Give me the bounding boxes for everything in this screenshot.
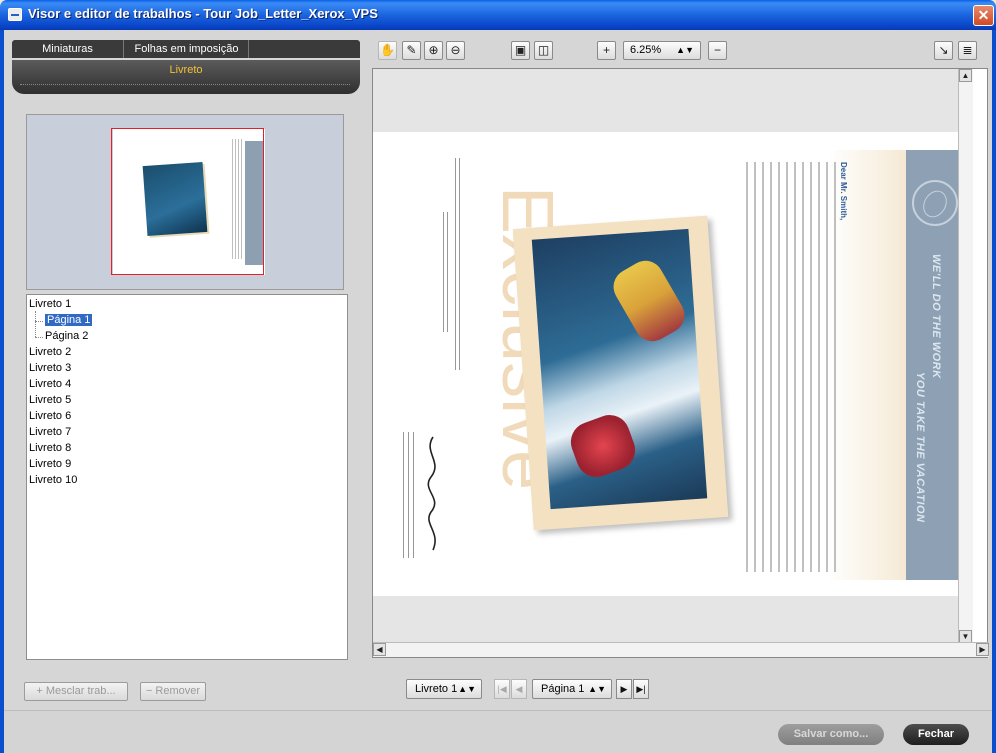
left-panel: Miniaturas Folhas em imposição Livreto L… [4, 30, 366, 710]
tree-connector [35, 321, 43, 322]
page-canvas: WE'LL DO THE WORK YOU TAKE THE VACATION … [373, 69, 973, 643]
letter-salutation: Dear Mr. Smith, [839, 162, 848, 221]
tree-item-livreto-6[interactable]: Livreto 6 [29, 410, 71, 422]
tab-folhas-em-imposicao[interactable]: Folhas em imposição [125, 40, 249, 58]
tree-item-livreto-10[interactable]: Livreto 10 [29, 474, 77, 486]
last-page-icon[interactable]: ▶| [633, 679, 649, 699]
tree-item-pagina-2[interactable]: Página 2 [45, 330, 88, 342]
viewer-panel: ✋ ✎ ⊕ ⊖ ▣ ◫ + 6.25% ▲▼ − ↘ ≣ WE'LL DO TH… [366, 30, 992, 710]
title-bar: Visor e editor de trabalhos - Tour Job_L… [0, 0, 996, 30]
letter-body-text [746, 162, 838, 572]
tree-item-livreto-1[interactable]: Livreto 1 [29, 298, 71, 310]
window-close-button[interactable]: ✕ [973, 5, 994, 26]
booklet-select-value: Livreto 1 [415, 683, 458, 695]
side-text [443, 212, 449, 332]
fit-page-icon[interactable]: ▣ [511, 41, 530, 60]
signature [419, 432, 447, 562]
app-icon [8, 8, 22, 21]
first-page-icon[interactable]: |◀ [494, 679, 510, 699]
merge-jobs-button[interactable]: + Mesclar trab... [24, 682, 128, 701]
hand-icon[interactable]: ✋ [378, 41, 397, 60]
previous-page-icon[interactable]: ◀ [511, 679, 527, 699]
booklet-tree: Livreto 1 Página 1 Página 2 Livreto 2 Li… [26, 294, 348, 660]
tree-item-livreto-4[interactable]: Livreto 4 [29, 378, 71, 390]
window-title: Visor e editor de trabalhos - Tour Job_L… [28, 6, 378, 21]
blue-side-band: WE'LL DO THE WORK YOU TAKE THE VACATION [906, 150, 964, 580]
tree-connector [35, 311, 36, 337]
remove-button[interactable]: − Remover [140, 682, 206, 701]
scroll-left-icon[interactable]: ◀ [373, 643, 386, 656]
stepper-icon: ▲▼ [458, 684, 476, 694]
band-text-work: WE'LL DO THE WORK [930, 254, 942, 379]
document-page: WE'LL DO THE WORK YOU TAKE THE VACATION … [373, 132, 973, 596]
band-text-vacation: YOU TAKE THE VACATION [914, 372, 926, 523]
tree-connector [35, 337, 43, 338]
tree-item-livreto-9[interactable]: Livreto 9 [29, 458, 71, 470]
stepper-icon: ▲▼ [588, 684, 606, 694]
scroll-up-icon[interactable]: ▲ [959, 69, 972, 82]
signature-caption [403, 432, 417, 558]
zoom-decrease-button[interactable]: − [708, 41, 727, 60]
horizontal-scrollbar[interactable]: ◀ ▶ [373, 642, 989, 657]
dialog-footer: Salvar como... Fechar [4, 710, 992, 753]
tree-item-pagina-1[interactable]: Página 1 [45, 314, 93, 326]
page-select-value: Página 1 [541, 683, 585, 695]
tab-miniaturas[interactable]: Miniaturas [12, 40, 124, 58]
livreto-tab-label: Livreto [169, 64, 203, 76]
page-viewer[interactable]: WE'LL DO THE WORK YOU TAKE THE VACATION … [372, 68, 989, 658]
tree-item-livreto-5[interactable]: Livreto 5 [29, 394, 71, 406]
page-thumbnail-area [26, 114, 344, 290]
zoom-out-icon[interactable]: ⊖ [446, 41, 465, 60]
thumbnail-selection-frame [111, 128, 264, 275]
scroll-right-icon[interactable]: ▶ [976, 643, 989, 656]
actual-size-icon[interactable]: ◫ [534, 41, 553, 60]
logo-seal [912, 180, 958, 226]
next-page-icon[interactable]: ▶ [616, 679, 632, 699]
tree-item-livreto-7[interactable]: Livreto 7 [29, 426, 71, 438]
save-as-button[interactable]: Salvar como... [778, 724, 884, 745]
side-text [455, 158, 463, 370]
rotate-icon[interactable]: ↘ [934, 41, 953, 60]
page-select[interactable]: Página 1 ▲▼ [532, 679, 612, 699]
zoom-in-icon[interactable]: ⊕ [424, 41, 443, 60]
tree-item-livreto-8[interactable]: Livreto 8 [29, 442, 71, 454]
close-button[interactable]: Fechar [903, 724, 969, 745]
zoom-level-select[interactable]: 6.25% ▲▼ [623, 41, 701, 60]
eyedropper-icon[interactable]: ✎ [402, 41, 421, 60]
tab-livreto[interactable]: Livreto [12, 60, 360, 94]
view-tabs: Miniaturas Folhas em imposição [12, 40, 360, 58]
zoom-level-value: 6.25% [630, 44, 662, 56]
window-frame-right [992, 30, 996, 753]
resize-grip[interactable] [20, 84, 350, 87]
tree-item-livreto-2[interactable]: Livreto 2 [29, 346, 71, 358]
text-select-icon[interactable]: ≣ [958, 41, 977, 60]
tree-item-livreto-3[interactable]: Livreto 3 [29, 362, 71, 374]
booklet-select[interactable]: Livreto 1 ▲▼ [406, 679, 482, 699]
stepper-icon: ▲▼ [676, 45, 694, 55]
vertical-scrollbar[interactable]: ▲ ▼ [958, 69, 973, 643]
zoom-increase-button[interactable]: + [597, 41, 616, 60]
